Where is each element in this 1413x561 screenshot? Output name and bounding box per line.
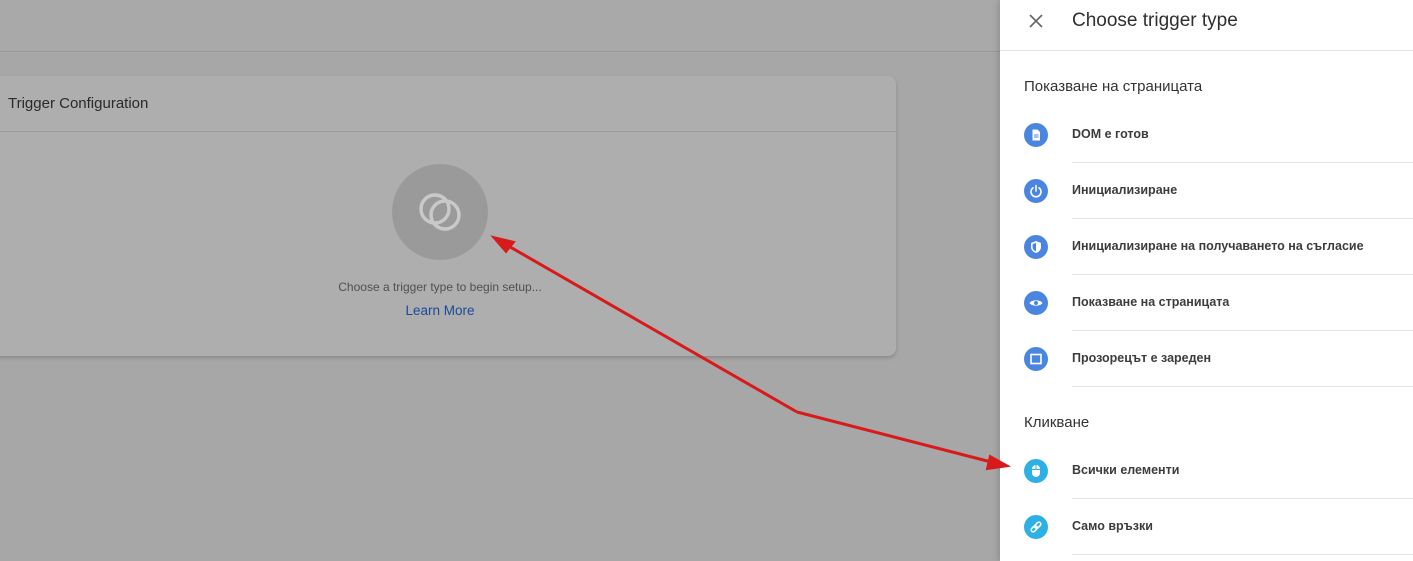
window-icon xyxy=(1024,347,1048,371)
trigger-item-dom-ready[interactable]: DOM е готов xyxy=(1000,107,1413,163)
section-title-page-view: Показване на страницата xyxy=(1024,78,1203,95)
trigger-item-label: Прозорецът е зареден xyxy=(1072,351,1212,365)
close-button[interactable] xyxy=(1000,0,1072,46)
trigger-item-window-loaded[interactable]: Прозорецът е зареден xyxy=(1000,331,1413,387)
trigger-configuration-card: Trigger Configuration Choose a trigger t… xyxy=(0,76,896,356)
card-hint-text: Choose a trigger type to begin setup... xyxy=(338,280,542,294)
panel-title: Choose trigger type xyxy=(1072,9,1238,31)
document-icon xyxy=(1024,123,1048,147)
trigger-item-label: Показване на страницата xyxy=(1072,295,1230,309)
close-icon xyxy=(1029,13,1043,28)
trigger-overlap-circles-icon xyxy=(419,193,461,231)
power-icon xyxy=(1024,179,1048,203)
eye-icon xyxy=(1024,291,1048,315)
trigger-item-label: DOM е готов xyxy=(1072,127,1149,141)
top-bar xyxy=(0,0,1000,52)
section-title-click: Кликване xyxy=(1024,414,1090,431)
learn-more-link[interactable]: Learn More xyxy=(0,303,892,318)
trigger-item-label: Всички елементи xyxy=(1072,463,1180,477)
card-title: Trigger Configuration xyxy=(8,95,149,112)
trigger-type-placeholder[interactable] xyxy=(392,164,488,260)
link-icon xyxy=(1024,515,1048,539)
card-header: Trigger Configuration xyxy=(0,76,896,132)
app-root: Trigger Configuration Choose a trigger t… xyxy=(0,0,1413,561)
trigger-item-label: Инициализиране xyxy=(1072,183,1178,197)
trigger-item-consent-initialization[interactable]: Инициализиране на получаването на съглас… xyxy=(1000,219,1413,275)
divider xyxy=(1072,554,1413,555)
divider xyxy=(1072,386,1413,387)
shield-icon xyxy=(1024,235,1048,259)
annotation-arrow-shaft xyxy=(796,410,996,465)
mouse-icon xyxy=(1024,459,1048,483)
trigger-item-all-elements[interactable]: Всички елементи xyxy=(1000,443,1413,499)
choose-trigger-panel: Choose trigger type Показване на страниц… xyxy=(1000,0,1413,561)
trigger-item-page-view[interactable]: Показване на страницата xyxy=(1000,275,1413,331)
panel-header: Choose trigger type xyxy=(1000,0,1413,51)
trigger-item-label: Само връзки xyxy=(1072,519,1153,533)
trigger-item-just-links[interactable]: Само връзки xyxy=(1000,499,1413,555)
trigger-item-initialization[interactable]: Инициализиране xyxy=(1000,163,1413,219)
trigger-item-label: Инициализиране на получаването на съглас… xyxy=(1072,239,1364,253)
